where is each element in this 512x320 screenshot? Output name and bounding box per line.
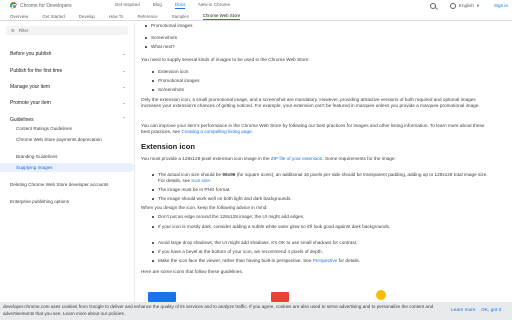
requirement-text-end: . [209, 178, 212, 184]
sidebar-section-before-publish[interactable]: Before you publish [10, 51, 51, 57]
sidebar-item-supplying-images[interactable]: Supplying Images [0, 163, 134, 172]
section-heading: Extension icon [141, 142, 196, 151]
learn-more-link[interactable]: Learn more [451, 308, 476, 313]
sidebar-item-payments-deprecation[interactable]: Chrome Web Store payments deprecation [16, 137, 106, 143]
language-select[interactable]: English [459, 3, 474, 8]
tab-how-to[interactable]: How To [109, 14, 124, 19]
chevron-down-icon: ▼ [475, 3, 480, 8]
zip-file-link[interactable]: ZIP file of your extension [271, 156, 323, 161]
chevron-down-icon[interactable]: ⌄ [122, 51, 126, 57]
filter-placeholder: Filter [18, 28, 29, 33]
brand-name: Chrome for Developers [20, 2, 72, 9]
advice-item: Avoid large drop shadows; the UI might a… [152, 240, 488, 246]
chrome-logo-icon [10, 2, 17, 9]
icons-examples-intro: Here are some icons that follow these gu… [141, 269, 244, 274]
tab-develop[interactable]: Develop [79, 14, 95, 19]
filter-icon: ☰ [11, 28, 15, 33]
sidebar-item-enterprise-publishing[interactable]: Enterprise publishing options [10, 199, 130, 205]
example-icon [376, 290, 386, 300]
sidebar-item-branding[interactable]: Branding Guidelines [16, 154, 131, 160]
header-actions: English ▼ Sign in [429, 0, 508, 11]
sidebar-section-guidelines[interactable]: Guidelines [10, 117, 34, 123]
advice-item: Make the icon face the viewer, rather th… [152, 258, 488, 264]
toc-item[interactable]: Promotional images [145, 23, 481, 29]
requirement-size: 96x96 [222, 172, 236, 177]
best-practices-paragraph: You can improve your item's performance … [141, 123, 491, 135]
tab-reference[interactable]: Reference [137, 14, 157, 19]
icon-requirements-intro: You must provide a 128x128-pixel extensi… [141, 156, 491, 162]
icon-requirements-text-end: . Some requirements for the image: [322, 156, 396, 161]
section-tabs: Overview Get Started Develop How To Refe… [0, 12, 512, 21]
ok-got-it-button[interactable]: OK, got it [481, 308, 501, 313]
tab-overview[interactable]: Overview [10, 14, 28, 19]
example-icon [148, 292, 176, 302]
search-icon[interactable] [429, 2, 436, 9]
sidebar-item-content-ratings[interactable]: Content Ratings Guidelines [16, 126, 131, 132]
nav-docs[interactable]: Docs [174, 2, 186, 9]
advice-text: Make the icon face the viewer, rather th… [158, 258, 313, 263]
cookie-text: developer.chrome.com uses cookies from G… [3, 304, 434, 316]
chrome-logo[interactable]: Chrome for Developers [10, 2, 72, 9]
chevron-down-icon[interactable]: ⌄ [122, 84, 126, 90]
sidebar: ☰ Filter Before you publish ⌄ Publish fo… [0, 22, 135, 302]
example-icons-row [141, 290, 506, 302]
icon-requirements-text: You must provide a 128x128-pixel extensi… [141, 156, 271, 161]
image-kind-link[interactable]: Screenshots [152, 87, 488, 93]
requirement-item: The image should work well on both light… [152, 196, 488, 202]
tab-samples[interactable]: Samples [172, 14, 189, 19]
top-nav: Get Inspired Blog Docs New in Chrome [115, 2, 243, 9]
requirement-text: The actual icon size should be [158, 172, 223, 177]
image-kind-link[interactable]: Extension icon [152, 69, 488, 75]
best-practices-end: . [251, 129, 254, 135]
advice-text-end: for details. [337, 258, 361, 263]
chevron-down-icon[interactable]: ⌄ [122, 100, 126, 106]
nav-blog[interactable]: Blog [153, 2, 162, 9]
image-kind-link[interactable]: Promotional images [152, 78, 488, 84]
globe-icon [449, 2, 456, 9]
tab-get-started[interactable]: Get Started [42, 14, 64, 19]
sign-in-link[interactable]: Sign in [494, 3, 508, 8]
advice-item: If your icon is mostly dark, consider ad… [152, 224, 488, 230]
chevron-up-icon[interactable]: ⌃ [122, 116, 126, 122]
tab-chrome-web-store[interactable]: Chrome Web Store [202, 13, 241, 20]
chevron-down-icon[interactable]: ⌄ [122, 68, 126, 74]
requirement-item: The image must be in PNG format. [152, 187, 488, 193]
mandatory-images-paragraph: Only the extension icon, a small promoti… [141, 97, 480, 109]
sidebar-item-deleting-accounts[interactable]: Deleting Chrome Web Store developer acco… [10, 182, 120, 188]
requirement-item: The actual icon size should be 96x96 (fo… [152, 172, 488, 184]
sidebar-section-publish-first-time[interactable]: Publish for the first time [10, 68, 62, 74]
advice-intro: When you design the icon, keep the follo… [141, 205, 268, 210]
advice-item: If you have a bevel at the bottom of you… [152, 249, 488, 255]
sidebar-item-label: Supplying Images [16, 165, 53, 170]
cookie-banner: developer.chrome.com uses cookies from G… [0, 302, 512, 320]
compelling-listing-link[interactable]: Creating a compelling listing page [181, 129, 251, 134]
nav-get-inspired[interactable]: Get Inspired [115, 2, 140, 9]
toc-item[interactable]: What next? [145, 44, 481, 50]
filter-input[interactable]: ☰ Filter [6, 26, 128, 35]
nav-new-in-chrome[interactable]: New in Chrome [198, 2, 230, 9]
top-header: Chrome for Developers Get Inspired Blog … [0, 0, 512, 11]
toc-item[interactable]: Screenshots [145, 35, 481, 41]
intro-paragraph: You need to supply several kinds of imag… [141, 57, 310, 62]
sidebar-section-manage-item[interactable]: Manage your item [10, 84, 50, 90]
example-icon [271, 292, 289, 302]
article-content: Promotional images Screenshots What next… [141, 22, 506, 302]
perspective-link[interactable]: Perspective [313, 258, 338, 263]
sidebar-section-promote-item[interactable]: Promote your item [10, 100, 51, 106]
advice-item: Don't put an edge around the 128x128 ima… [152, 214, 488, 220]
icon-size-link[interactable]: Icon size [191, 178, 210, 183]
